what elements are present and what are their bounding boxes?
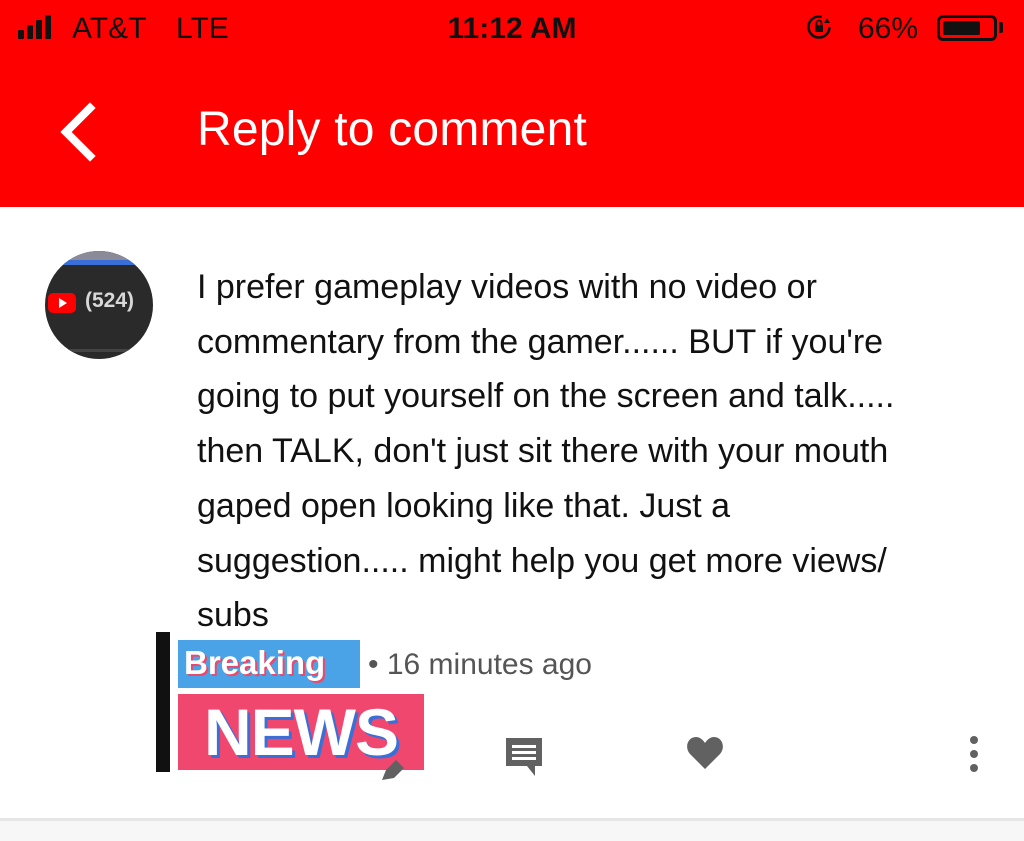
avatar[interactable]: (524) — [45, 251, 153, 359]
breaking-label: Breaking — [178, 640, 360, 688]
app-bar: Reply to comment — [0, 60, 1024, 207]
pencil-icon[interactable] — [382, 760, 404, 780]
battery-icon — [937, 15, 997, 41]
battery-percent: 66% — [858, 12, 919, 45]
breaking-news-sticker: Breaking NEWS — [156, 630, 426, 772]
youtube-logo-icon — [48, 293, 76, 313]
page-title: Reply to comment — [197, 103, 588, 156]
comment-icon[interactable] — [503, 735, 545, 777]
next-section — [0, 821, 1024, 841]
battery-tip — [999, 22, 1003, 33]
chevron-left-icon[interactable] — [48, 96, 108, 166]
orientation-lock-icon — [807, 15, 831, 39]
avatar-count: (524) — [85, 289, 135, 312]
news-label: NEWS — [178, 694, 424, 770]
comment-text: I prefer gameplay videos with no video o… — [197, 268, 895, 635]
more-vertical-icon[interactable] — [967, 735, 981, 773]
heart-icon[interactable] — [686, 735, 724, 771]
status-bar: AT&T LTE 11:12 AM 66% — [0, 0, 1024, 60]
